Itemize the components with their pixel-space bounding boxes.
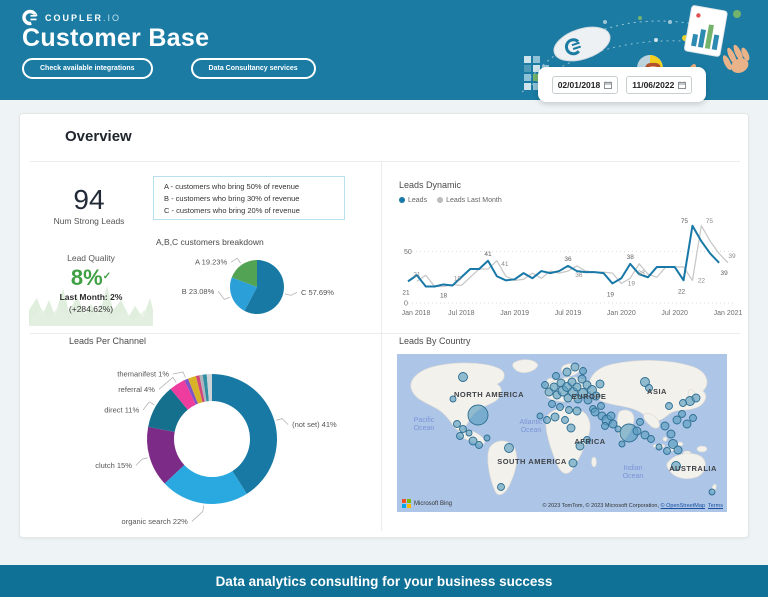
brand-suffix: .IO — [103, 13, 121, 23]
svg-text:Ocean: Ocean — [414, 425, 435, 432]
date-to-value: 11/06/2022 — [632, 80, 674, 90]
microsoft-logo-icon — [402, 499, 411, 508]
leads-dynamic-legend: Leads Leads Last Month — [399, 197, 502, 204]
lead-quality-last-month: Last Month: 2% — [29, 291, 153, 303]
abc-legend-box: A - customers who bring 50% of revenue B… — [153, 176, 345, 220]
svg-text:Atlantic: Atlantic — [520, 419, 543, 426]
bing-logo: Microsoft Bing — [402, 499, 452, 508]
app-header: COUPLER.IO Customer Base Check available… — [0, 0, 768, 100]
check-icon: ✓ — [103, 271, 111, 282]
svg-text:Jan 2021: Jan 2021 — [714, 310, 743, 317]
svg-text:19: 19 — [607, 291, 615, 298]
svg-text:19: 19 — [628, 280, 636, 287]
svg-text:C 57.69%: C 57.69% — [301, 288, 334, 297]
svg-text:Pacific: Pacific — [414, 417, 435, 424]
svg-text:38: 38 — [627, 254, 635, 261]
svg-text:22: 22 — [678, 288, 686, 295]
svg-text:39: 39 — [720, 270, 728, 277]
svg-text:Ocean: Ocean — [521, 427, 542, 434]
date-to-field[interactable]: 11/06/2022 — [626, 76, 692, 94]
app-footer: Data analytics consulting for your busin… — [0, 565, 768, 597]
svg-text:Jul 2020: Jul 2020 — [661, 310, 688, 317]
svg-text:18: 18 — [454, 275, 462, 282]
svg-text:50: 50 — [404, 249, 412, 256]
svg-text:(not set) 41%: (not set) 41% — [292, 420, 337, 429]
svg-text:EUROPE: EUROPE — [572, 392, 607, 401]
leads-dot-icon — [399, 197, 405, 203]
svg-text:direct 11%: direct 11% — [104, 405, 139, 414]
legend-line-b: B - customers who bring 30% of revenue — [164, 193, 344, 205]
svg-text:NORTH AMERICA: NORTH AMERICA — [454, 390, 524, 399]
svg-text:Jul 2019: Jul 2019 — [555, 310, 582, 317]
svg-text:21: 21 — [402, 289, 410, 296]
leads-dynamic-chart: 50 0 Jan 2018 Jul 2018 Jan 2019 Jul 2019 Jan 2… — [394, 208, 744, 325]
svg-text:A 19.23%: A 19.23% — [195, 258, 227, 267]
svg-text:referral 4%: referral 4% — [118, 385, 155, 394]
date-range-picker: 02/01/2018 11/06/2022 — [538, 67, 706, 102]
breakdown-chart-title: A,B,C customers breakdown — [156, 237, 264, 247]
footer-text: Data analytics consulting for your busin… — [216, 574, 553, 589]
leads-by-country-map[interactable]: NORTH AMERICA EUROPE ASIA AFRICA SOUTH AMERI… — [397, 354, 727, 512]
lead-quality-change: (+284.62%) — [29, 303, 153, 315]
svg-text:39: 39 — [728, 253, 736, 260]
svg-text:75: 75 — [681, 218, 689, 225]
bing-provider-label: Microsoft Bing — [414, 501, 452, 507]
svg-text:18: 18 — [440, 292, 448, 299]
svg-text:0: 0 — [404, 301, 408, 308]
svg-text:75: 75 — [706, 218, 714, 225]
leads-per-channel-chart: (not set) 41% organic search 22% clutch 15… — [35, 352, 385, 537]
svg-text:SOUTH AMERICA: SOUTH AMERICA — [497, 457, 567, 466]
svg-text:22: 22 — [698, 277, 706, 284]
svg-text:38: 38 — [637, 270, 645, 277]
overview-title: Overview — [65, 128, 132, 145]
svg-text:Ocean: Ocean — [623, 473, 644, 480]
svg-text:B 23.08%: B 23.08% — [182, 287, 215, 296]
svg-text:organic search 22%: organic search 22% — [122, 517, 189, 526]
page-title: Customer Base — [22, 24, 209, 53]
svg-text:36: 36 — [575, 272, 583, 279]
svg-text:AFRICA: AFRICA — [574, 437, 605, 446]
leads-dynamic-title: Leads Dynamic — [399, 180, 461, 190]
svg-text:Indian: Indian — [623, 465, 642, 472]
calendar-icon — [678, 81, 686, 89]
svg-text:41: 41 — [484, 251, 492, 258]
openstreetmap-link[interactable]: © OpenStreetMap — [661, 503, 705, 509]
legend-line-c: C - customers who bring 20% of revenue — [164, 205, 344, 217]
svg-text:21: 21 — [413, 271, 421, 278]
lead-quality-block: 8%✓ Last Month: 2% (+284.62%) — [29, 264, 153, 326]
divider — [30, 333, 740, 334]
leads-last-month-dot-icon — [437, 197, 443, 203]
leads-by-country-title: Leads By Country — [399, 336, 471, 346]
svg-text:themanifest 1%: themanifest 1% — [117, 370, 169, 379]
num-strong-leads-label: Num Strong Leads — [29, 216, 149, 226]
date-from-value: 02/01/2018 — [558, 80, 601, 90]
lead-quality-value: 8%✓ — [29, 264, 153, 291]
date-from-field[interactable]: 02/01/2018 — [552, 76, 619, 94]
brand-name: COUPLER — [45, 13, 103, 23]
map-attribution: © 2023 TomTom, © 2023 Microsoft Corporat… — [542, 503, 723, 509]
lead-quality-label: Lead Quality — [29, 253, 153, 263]
legend-line-a: A - customers who bring 50% of revenue — [164, 181, 344, 193]
svg-text:41: 41 — [501, 261, 509, 268]
terms-link[interactable]: Terms — [708, 503, 723, 509]
data-consultancy-button[interactable]: Data Consultancy services — [191, 58, 316, 79]
svg-text:Jan 2018: Jan 2018 — [402, 310, 431, 317]
calendar-icon — [604, 81, 612, 89]
svg-text:36: 36 — [564, 256, 572, 263]
leads-per-channel-title: Leads Per Channel — [69, 336, 146, 346]
svg-text:Jul 2018: Jul 2018 — [448, 310, 475, 317]
report-card: Overview 94 Num Strong Leads A - custome… — [19, 113, 749, 538]
svg-text:clutch 15%: clutch 15% — [95, 461, 132, 470]
breakdown-pie-chart: C 57.69% B 23.08% A 19.23% — [151, 247, 379, 332]
svg-text:AUSTRALIA: AUSTRALIA — [669, 464, 717, 473]
svg-text:Jan 2019: Jan 2019 — [500, 310, 529, 317]
legend-leads: Leads — [399, 197, 427, 204]
num-strong-leads-value: 94 — [29, 184, 149, 216]
check-integrations-button[interactable]: Check available integrations — [22, 58, 153, 79]
svg-text:Jan 2020: Jan 2020 — [607, 310, 636, 317]
divider — [30, 161, 740, 162]
legend-leads-last-month: Leads Last Month — [437, 197, 502, 204]
svg-text:ASIA: ASIA — [647, 387, 667, 396]
coupler-logo-icon — [22, 9, 39, 26]
